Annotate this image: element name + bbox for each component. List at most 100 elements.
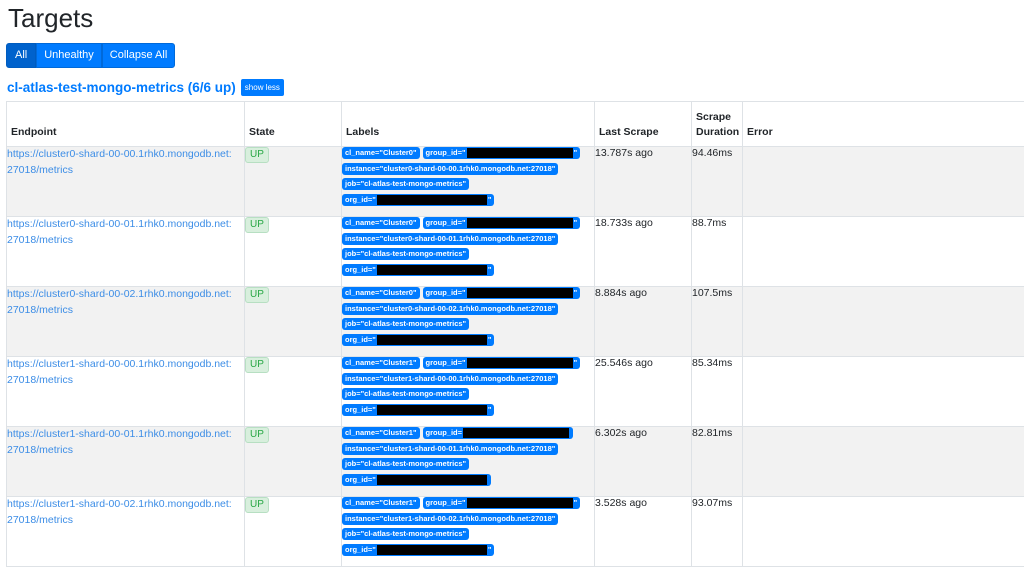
- last-scrape-cell: 25.546s ago: [595, 357, 692, 427]
- state-badge: UP: [245, 217, 269, 233]
- scrape-duration-cell: 93.07ms: [692, 497, 743, 567]
- header-state: State: [245, 102, 342, 147]
- endpoint-cell: https://cluster0-shard-00-00.1rhk0.mongo…: [7, 147, 245, 217]
- labels-cell: cl_name="Cluster0"group_id="" instance="…: [342, 217, 595, 287]
- label-cl-name: cl_name="Cluster0": [342, 147, 420, 159]
- redacted-group-id: [467, 358, 573, 368]
- label-cl-name: cl_name="Cluster1": [342, 357, 420, 369]
- target-filter-group: All Unhealthy Collapse All: [6, 43, 175, 68]
- state-badge: UP: [245, 427, 269, 443]
- endpoint-link[interactable]: https://cluster1-shard-00-00.1rhk0.mongo…: [7, 358, 232, 386]
- targets-table: Endpoint State Labels Last Scrape Scrape…: [6, 101, 1024, 567]
- endpoint-link[interactable]: https://cluster0-shard-00-01.1rhk0.mongo…: [7, 218, 232, 246]
- labels-cell: cl_name="Cluster1"group_id="" instance="…: [342, 357, 595, 427]
- label-group-id: group_id="": [423, 497, 581, 509]
- labels-cell: cl_name="Cluster0"group_id="" instance="…: [342, 147, 595, 217]
- error-cell: [743, 147, 1024, 217]
- table-row: https://cluster0-shard-00-02.1rhk0.mongo…: [7, 287, 1024, 357]
- redacted-group-id: [467, 148, 573, 158]
- label-instance: instance="cluster0-shard-00-02.1rhk0.mon…: [342, 303, 558, 315]
- scrape-duration-cell: 107.5ms: [692, 287, 743, 357]
- error-cell: [743, 287, 1024, 357]
- label-instance: instance="cluster1-shard-00-02.1rhk0.mon…: [342, 513, 558, 525]
- label-cl-name: cl_name="Cluster0": [342, 287, 420, 299]
- page-title: Targets: [8, 2, 93, 34]
- job-title-link[interactable]: cl-atlas-test-mongo-metrics (6/6 up): [7, 80, 236, 95]
- filter-unhealthy-button[interactable]: Unhealthy: [36, 43, 102, 68]
- header-last-scrape: Last Scrape: [595, 102, 692, 147]
- state-cell: UP: [245, 287, 342, 357]
- labels-cell: cl_name="Cluster1"group_id="" instance="…: [342, 497, 595, 567]
- redacted-group-id: [467, 218, 573, 228]
- endpoint-cell: https://cluster1-shard-00-01.1rhk0.mongo…: [7, 427, 245, 497]
- show-less-button[interactable]: show less: [241, 79, 284, 96]
- label-group-id: group_id="": [423, 357, 581, 369]
- last-scrape-cell: 18.733s ago: [595, 217, 692, 287]
- state-badge: UP: [245, 497, 269, 513]
- state-badge: UP: [245, 147, 269, 163]
- label-job: job="cl-atlas-test-mongo-metrics": [342, 528, 469, 540]
- label-group-id: group_id="": [423, 287, 581, 299]
- label-cl-name: cl_name="Cluster1": [342, 497, 420, 509]
- table-row: https://cluster1-shard-00-01.1rhk0.mongo…: [7, 427, 1024, 497]
- state-cell: UP: [245, 497, 342, 567]
- redacted-group-id: [463, 428, 569, 438]
- table-row: https://cluster0-shard-00-00.1rhk0.mongo…: [7, 147, 1024, 217]
- label-job: job="cl-atlas-test-mongo-metrics": [342, 178, 469, 190]
- table-row: https://cluster1-shard-00-02.1rhk0.mongo…: [7, 497, 1024, 567]
- filter-all-button[interactable]: All: [6, 43, 36, 68]
- label-group-id: group_id="": [423, 217, 581, 229]
- endpoint-cell: https://cluster1-shard-00-00.1rhk0.mongo…: [7, 357, 245, 427]
- state-badge: UP: [245, 287, 269, 303]
- state-badge: UP: [245, 357, 269, 373]
- state-cell: UP: [245, 427, 342, 497]
- label-instance: instance="cluster1-shard-00-00.1rhk0.mon…: [342, 373, 558, 385]
- label-org-id: org_id=": [342, 474, 491, 486]
- state-cell: UP: [245, 357, 342, 427]
- redacted-group-id: [467, 288, 573, 298]
- redacted-org-id: [377, 405, 487, 415]
- last-scrape-cell: 3.528s ago: [595, 497, 692, 567]
- label-instance: instance="cluster1-shard-00-01.1rhk0.mon…: [342, 443, 558, 455]
- header-error: Error: [743, 102, 1024, 147]
- label-org-id: org_id="": [342, 404, 494, 416]
- table-row: https://cluster1-shard-00-00.1rhk0.mongo…: [7, 357, 1024, 427]
- header-scrape-duration: Scrape Duration: [692, 102, 743, 147]
- endpoint-cell: https://cluster0-shard-00-02.1rhk0.mongo…: [7, 287, 245, 357]
- collapse-all-button[interactable]: Collapse All: [102, 43, 175, 68]
- job-header: cl-atlas-test-mongo-metrics (6/6 up) sho…: [7, 79, 284, 96]
- endpoint-link[interactable]: https://cluster1-shard-00-02.1rhk0.mongo…: [7, 498, 232, 526]
- label-job: job="cl-atlas-test-mongo-metrics": [342, 248, 469, 260]
- endpoint-link[interactable]: https://cluster0-shard-00-02.1rhk0.mongo…: [7, 288, 232, 316]
- redacted-org-id: [377, 335, 487, 345]
- endpoint-link[interactable]: https://cluster0-shard-00-00.1rhk0.mongo…: [7, 148, 232, 176]
- error-cell: [743, 427, 1024, 497]
- scrape-duration-cell: 94.46ms: [692, 147, 743, 217]
- label-org-id: org_id="": [342, 194, 494, 206]
- state-cell: UP: [245, 147, 342, 217]
- last-scrape-cell: 8.884s ago: [595, 287, 692, 357]
- endpoint-cell: https://cluster0-shard-00-01.1rhk0.mongo…: [7, 217, 245, 287]
- redacted-org-id: [377, 195, 487, 205]
- endpoint-cell: https://cluster1-shard-00-02.1rhk0.mongo…: [7, 497, 245, 567]
- label-instance: instance="cluster0-shard-00-01.1rhk0.mon…: [342, 233, 558, 245]
- redacted-org-id: [377, 265, 487, 275]
- error-cell: [743, 357, 1024, 427]
- label-job: job="cl-atlas-test-mongo-metrics": [342, 318, 469, 330]
- redacted-org-id: [377, 475, 487, 485]
- error-cell: [743, 217, 1024, 287]
- endpoint-link[interactable]: https://cluster1-shard-00-01.1rhk0.mongo…: [7, 428, 232, 456]
- header-endpoint: Endpoint: [7, 102, 245, 147]
- redacted-group-id: [467, 498, 573, 508]
- label-instance: instance="cluster0-shard-00-00.1rhk0.mon…: [342, 163, 558, 175]
- label-org-id: org_id="": [342, 334, 494, 346]
- error-cell: [743, 497, 1024, 567]
- labels-cell: cl_name="Cluster0"group_id="" instance="…: [342, 287, 595, 357]
- label-org-id: org_id="": [342, 544, 494, 556]
- table-header-row: Endpoint State Labels Last Scrape Scrape…: [7, 102, 1024, 147]
- label-job: job="cl-atlas-test-mongo-metrics": [342, 388, 469, 400]
- last-scrape-cell: 13.787s ago: [595, 147, 692, 217]
- state-cell: UP: [245, 217, 342, 287]
- label-cl-name: cl_name="Cluster0": [342, 217, 420, 229]
- label-org-id: org_id="": [342, 264, 494, 276]
